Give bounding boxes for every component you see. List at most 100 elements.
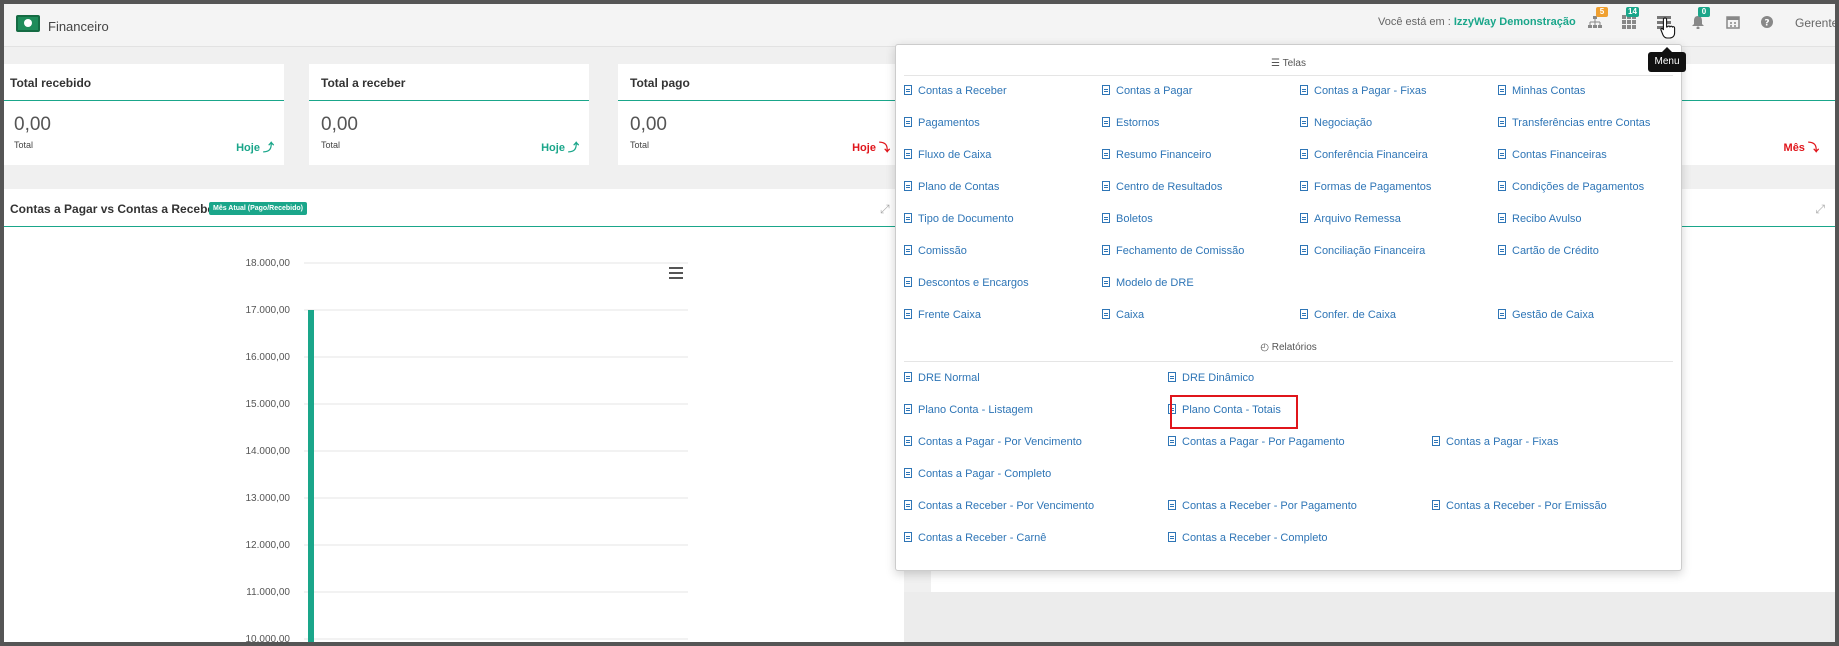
menu-item-label: Contas a Pagar - Por Pagamento (1182, 436, 1345, 448)
app-window: Financeiro Você está em : IzzyWay Demons… (4, 4, 1835, 642)
menu-item-telas[interactable]: Estornos (1102, 116, 1159, 130)
menu-item-label: Conferência Financeira (1314, 149, 1428, 161)
menu-item-relatorios[interactable]: Contas a Receber - Completo (1168, 531, 1328, 545)
section-relatorios-title: Relatórios (1271, 342, 1317, 353)
menu-item-relatorios[interactable]: Contas a Pagar - Completo (904, 467, 1051, 481)
menu-item-telas[interactable]: Frente Caixa (904, 308, 981, 322)
menu-item-label: Boletos (1116, 213, 1153, 225)
document-icon (904, 117, 912, 127)
menu-item-label: Confer. de Caixa (1314, 309, 1396, 321)
menu-item-relatorios[interactable]: Contas a Pagar - Por Vencimento (904, 435, 1082, 449)
card-period-link[interactable]: Hoje ⤴ (236, 139, 274, 155)
highlight-box (1170, 395, 1298, 429)
menu-item-telas[interactable]: Descontos e Encargos (904, 276, 1029, 290)
menu-item-label: Recibo Avulso (1512, 213, 1582, 225)
menu-item-relatorios[interactable]: Contas a Pagar - Por Pagamento (1168, 435, 1345, 449)
y-tick-label: 18.000,00 (246, 258, 291, 269)
menu-item-label: Formas de Pagamentos (1314, 181, 1432, 193)
menu-item-label: Contas a Receber - Carnê (918, 532, 1047, 544)
document-icon (1300, 245, 1308, 255)
menu-item-label: Contas a Receber - Por Vencimento (918, 500, 1095, 512)
menu-item-telas[interactable]: Boletos (1102, 212, 1153, 226)
document-icon (1102, 149, 1110, 159)
menu-item-telas[interactable]: Conferência Financeira (1300, 148, 1428, 162)
menu-item-telas[interactable]: Transferências entre Contas (1498, 116, 1650, 130)
menu-item-label: Contas Financeiras (1512, 149, 1607, 161)
money-icon[interactable] (16, 15, 40, 32)
menu-item-relatorios[interactable]: Plano Conta - Listagem (904, 403, 1033, 417)
chart-bar[interactable] (308, 310, 314, 642)
menu-item-telas[interactable]: Confer. de Caixa (1300, 308, 1396, 322)
menu-item-telas[interactable]: Recibo Avulso (1498, 212, 1582, 226)
document-icon (904, 372, 912, 382)
menu-item-relatorios[interactable]: Contas a Receber - Carnê (904, 531, 1046, 545)
menu-item-telas[interactable]: Formas de Pagamentos (1300, 180, 1431, 194)
menu-item-telas[interactable]: Minhas Contas (1498, 84, 1585, 98)
menu-item-label: Conciliação Financeira (1314, 245, 1426, 257)
user-menu[interactable]: Gerente (1795, 16, 1835, 30)
menu-item-telas[interactable]: Contas a Pagar - Fixas (1300, 84, 1427, 98)
card-period-link[interactable]: Hoje ⤵ (852, 139, 890, 155)
grid-icon[interactable] (1621, 15, 1637, 31)
menu-item-relatorios[interactable]: Contas a Pagar - Fixas (1432, 435, 1559, 449)
chart-menu-icon[interactable] (669, 266, 683, 284)
menu-item-label: Minhas Contas (1512, 85, 1586, 97)
menu-item-label: Condições de Pagamentos (1512, 181, 1645, 193)
calendar-icon[interactable] (1725, 15, 1741, 31)
section-telas-header: ☰ Telas (896, 58, 1681, 69)
menu-item-telas[interactable]: Tipo de Documento (904, 212, 1014, 226)
reports-icon: ◴ (1260, 342, 1269, 353)
menu-item-telas[interactable]: Pagamentos (904, 116, 980, 130)
menu-item-relatorios[interactable]: DRE Normal (904, 371, 980, 385)
card-title: Total recebido (10, 76, 92, 90)
menu-item-telas[interactable]: Contas Financeiras (1498, 148, 1607, 162)
top-bar: Financeiro Você está em : IzzyWay Demons… (4, 4, 1835, 47)
menu-item-label: Arquivo Remessa (1314, 213, 1401, 225)
document-icon (1300, 117, 1308, 127)
y-tick-label: 10.000,00 (246, 634, 291, 642)
y-tick-label: 15.000,00 (246, 399, 291, 410)
menu-item-telas[interactable]: Fluxo de Caixa (904, 148, 991, 162)
company-name[interactable]: IzzyWay Demonstração (1454, 16, 1576, 28)
menu-item-telas[interactable]: Fechamento de Comissão (1102, 244, 1244, 258)
list-icon: ☰ (1271, 58, 1280, 69)
document-icon (1168, 436, 1176, 446)
y-tick-label: 16.000,00 (246, 352, 291, 363)
menu-item-telas[interactable]: Condições de Pagamentos (1498, 180, 1644, 194)
document-icon (904, 85, 912, 95)
document-icon (1300, 149, 1308, 159)
expand-icon[interactable]: ⤢ (1815, 202, 1825, 217)
menu-item-telas[interactable]: Cartão de Crédito (1498, 244, 1599, 258)
document-icon (904, 532, 912, 542)
card-period-link[interactable]: Mês ⤵ (1784, 139, 1819, 155)
card-period-link[interactable]: Hoje ⤴ (541, 139, 579, 155)
menu-item-telas[interactable]: Contas a Pagar (1102, 84, 1192, 98)
hierarchy-icon[interactable] (1587, 15, 1603, 31)
menu-item-telas[interactable]: Caixa (1102, 308, 1144, 322)
help-icon[interactable]: ? (1759, 15, 1775, 31)
menu-item-label: Contas a Pagar - Por Vencimento (918, 436, 1082, 448)
menu-item-telas[interactable]: Plano de Contas (904, 180, 999, 194)
menu-item-label: Fluxo de Caixa (918, 149, 992, 161)
menu-item-telas[interactable]: Comissão (904, 244, 967, 258)
menu-item-relatorios[interactable]: Contas a Receber - Por Vencimento (904, 499, 1094, 513)
menu-item-relatorios[interactable]: Contas a Receber - Por Emissão (1432, 499, 1607, 513)
menu-item-telas[interactable]: Modelo de DRE (1102, 276, 1194, 290)
bell-icon[interactable] (1690, 15, 1706, 31)
card-value: 0,00 (321, 114, 358, 135)
menu-item-relatorios[interactable]: Contas a Receber - Por Pagamento (1168, 499, 1357, 513)
section-telas-title: Telas (1282, 58, 1306, 69)
card-title: Total pago (630, 76, 690, 90)
menu-item-label: Contas a Receber - Por Pagamento (1182, 500, 1357, 512)
hand-cursor-icon (1660, 17, 1676, 44)
document-icon (1498, 85, 1506, 95)
menu-item-telas[interactable]: Gestão de Caixa (1498, 308, 1594, 322)
menu-item-relatorios[interactable]: DRE Dinâmico (1168, 371, 1254, 385)
menu-item-telas[interactable]: Contas a Receber (904, 84, 1007, 98)
menu-item-telas[interactable]: Centro de Resultados (1102, 180, 1222, 194)
menu-item-telas[interactable]: Resumo Financeiro (1102, 148, 1211, 162)
menu-item-telas[interactable]: Conciliação Financeira (1300, 244, 1425, 258)
document-icon (904, 213, 912, 223)
menu-item-telas[interactable]: Arquivo Remessa (1300, 212, 1401, 226)
menu-item-telas[interactable]: Negociação (1300, 116, 1372, 130)
